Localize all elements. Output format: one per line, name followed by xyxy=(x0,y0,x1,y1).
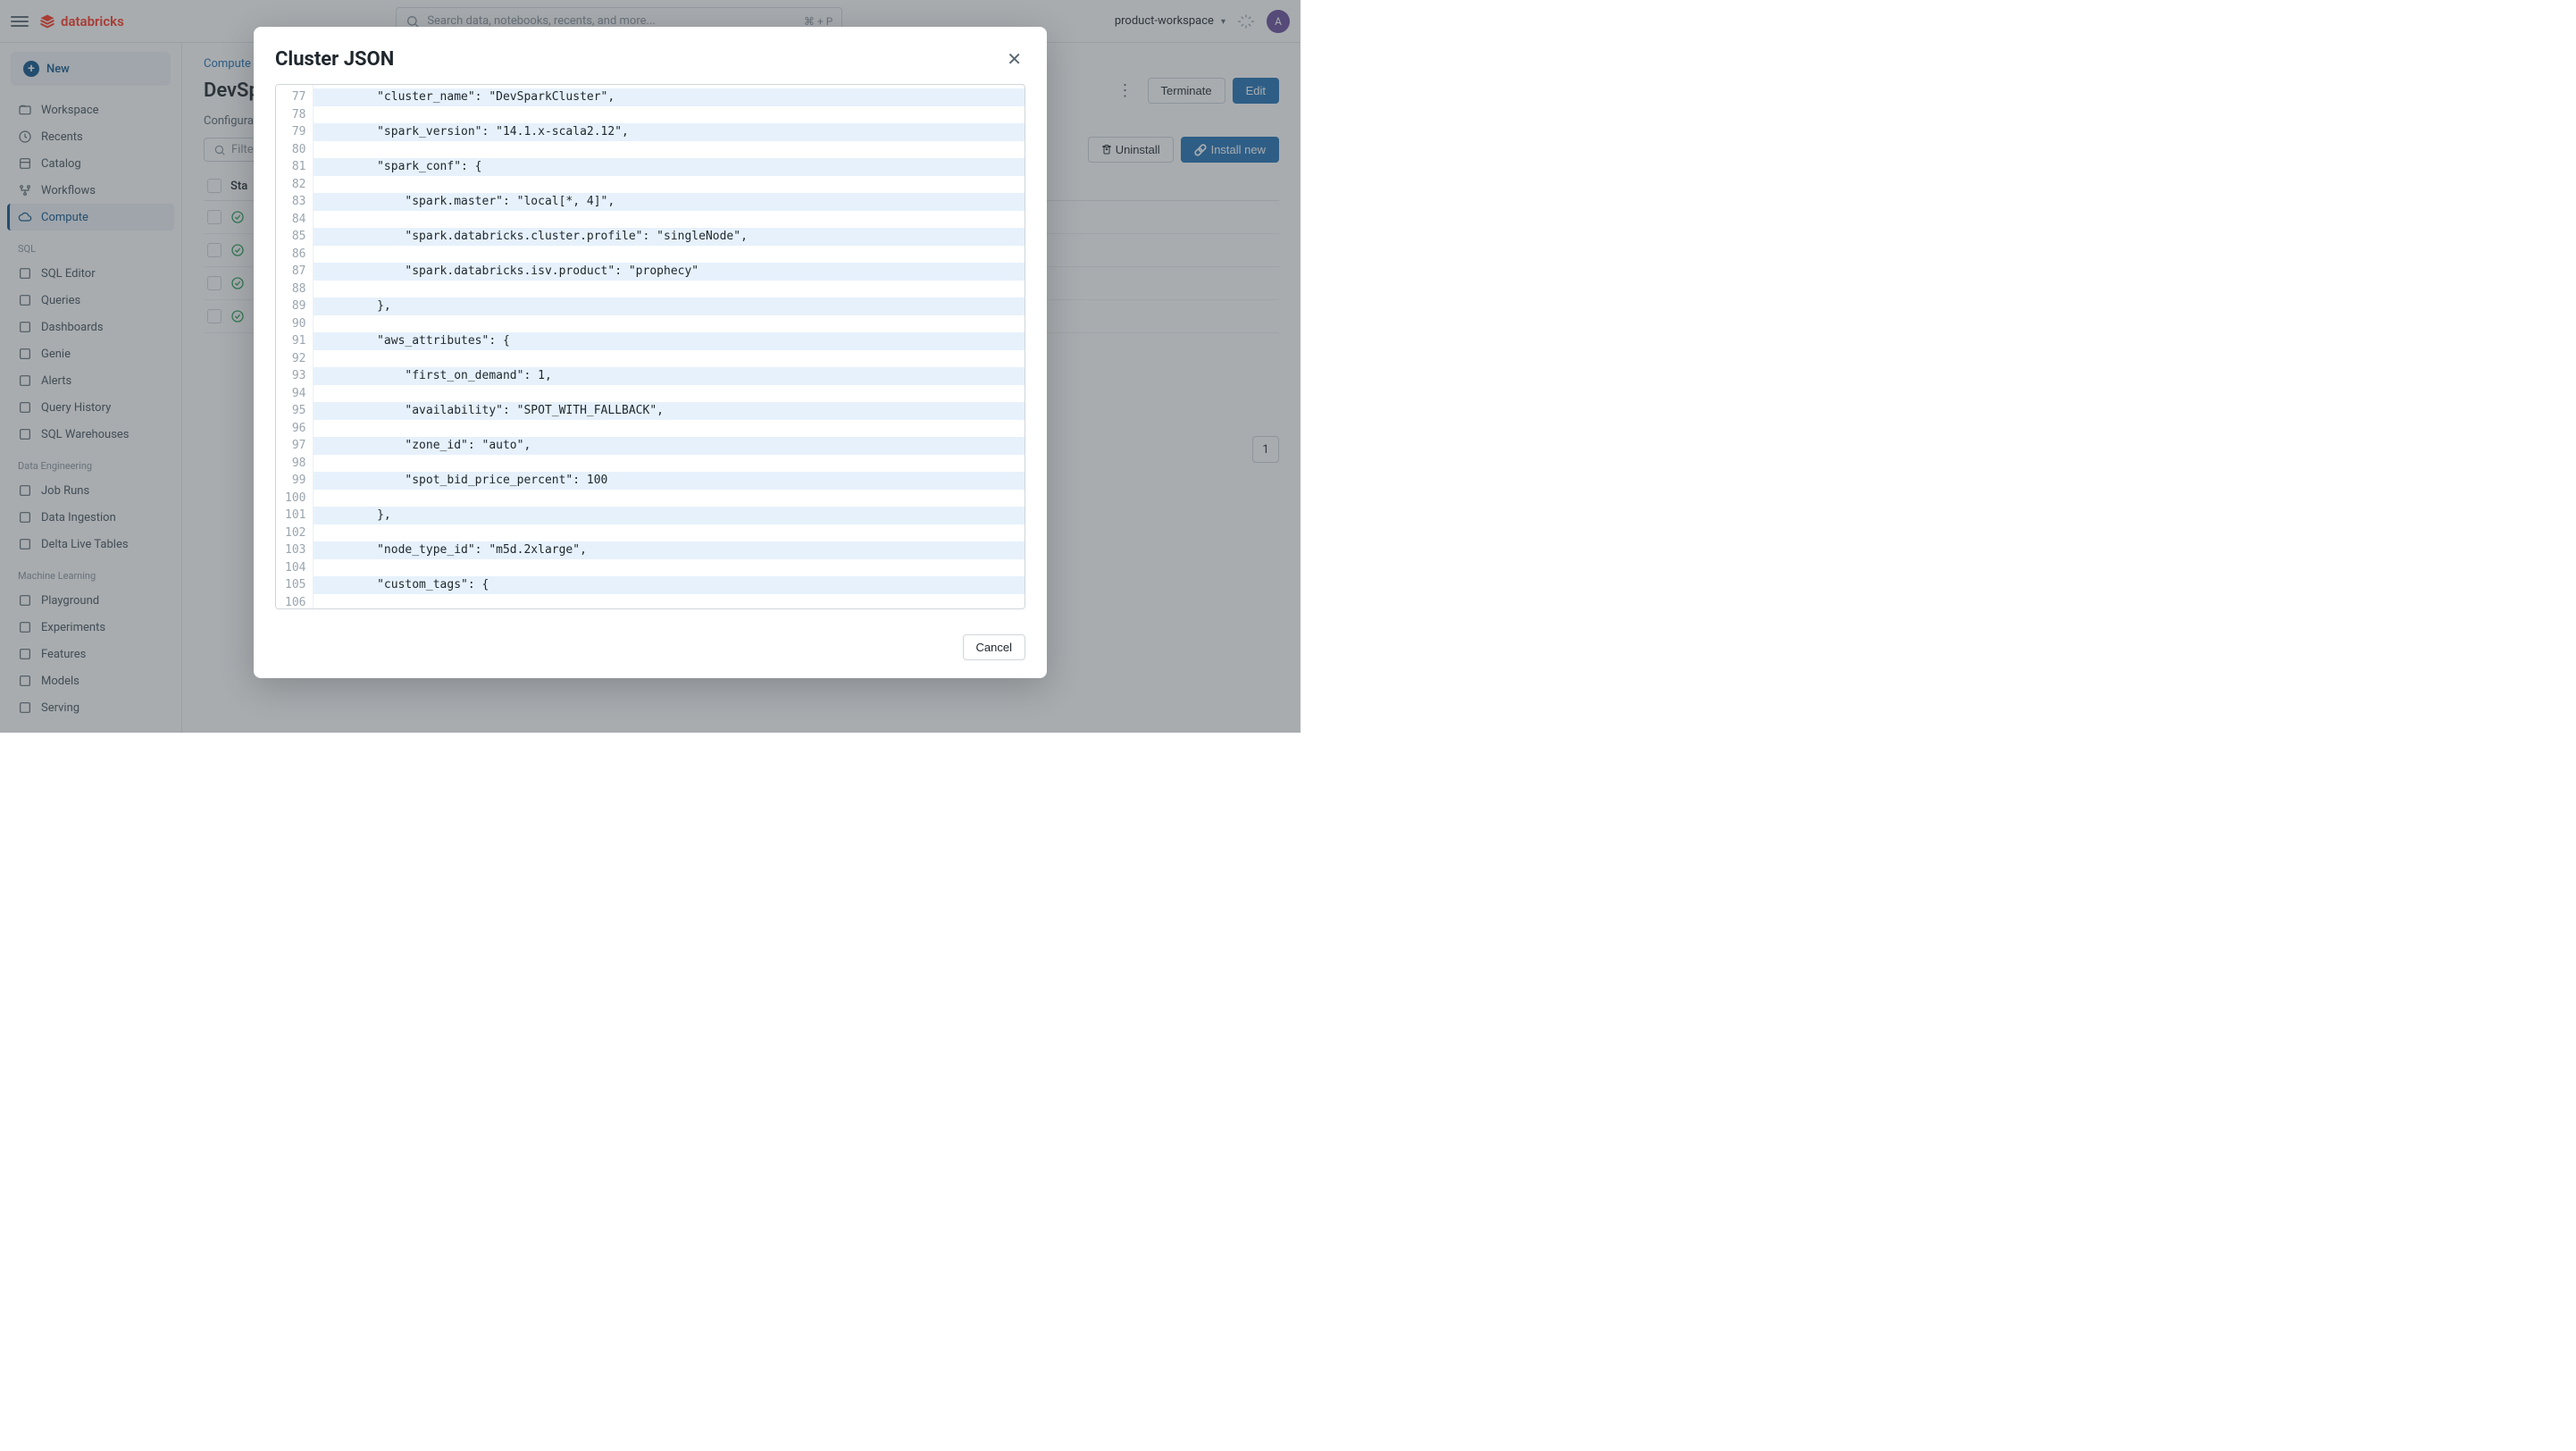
close-icon[interactable]: ✕ xyxy=(1003,45,1025,73)
cluster-json-modal: Cluster JSON ✕ 7778798081828384858687888… xyxy=(254,27,1047,678)
code-content[interactable]: "cluster_name": "DevSparkCluster", "spar… xyxy=(314,85,1025,608)
cancel-button[interactable]: Cancel xyxy=(963,634,1025,660)
modal-overlay[interactable]: Cluster JSON ✕ 7778798081828384858687888… xyxy=(0,0,1301,733)
line-gutter: 7778798081828384858687888990919293949596… xyxy=(276,85,314,608)
modal-title: Cluster JSON xyxy=(275,48,394,71)
json-viewer[interactable]: 7778798081828384858687888990919293949596… xyxy=(275,84,1025,609)
